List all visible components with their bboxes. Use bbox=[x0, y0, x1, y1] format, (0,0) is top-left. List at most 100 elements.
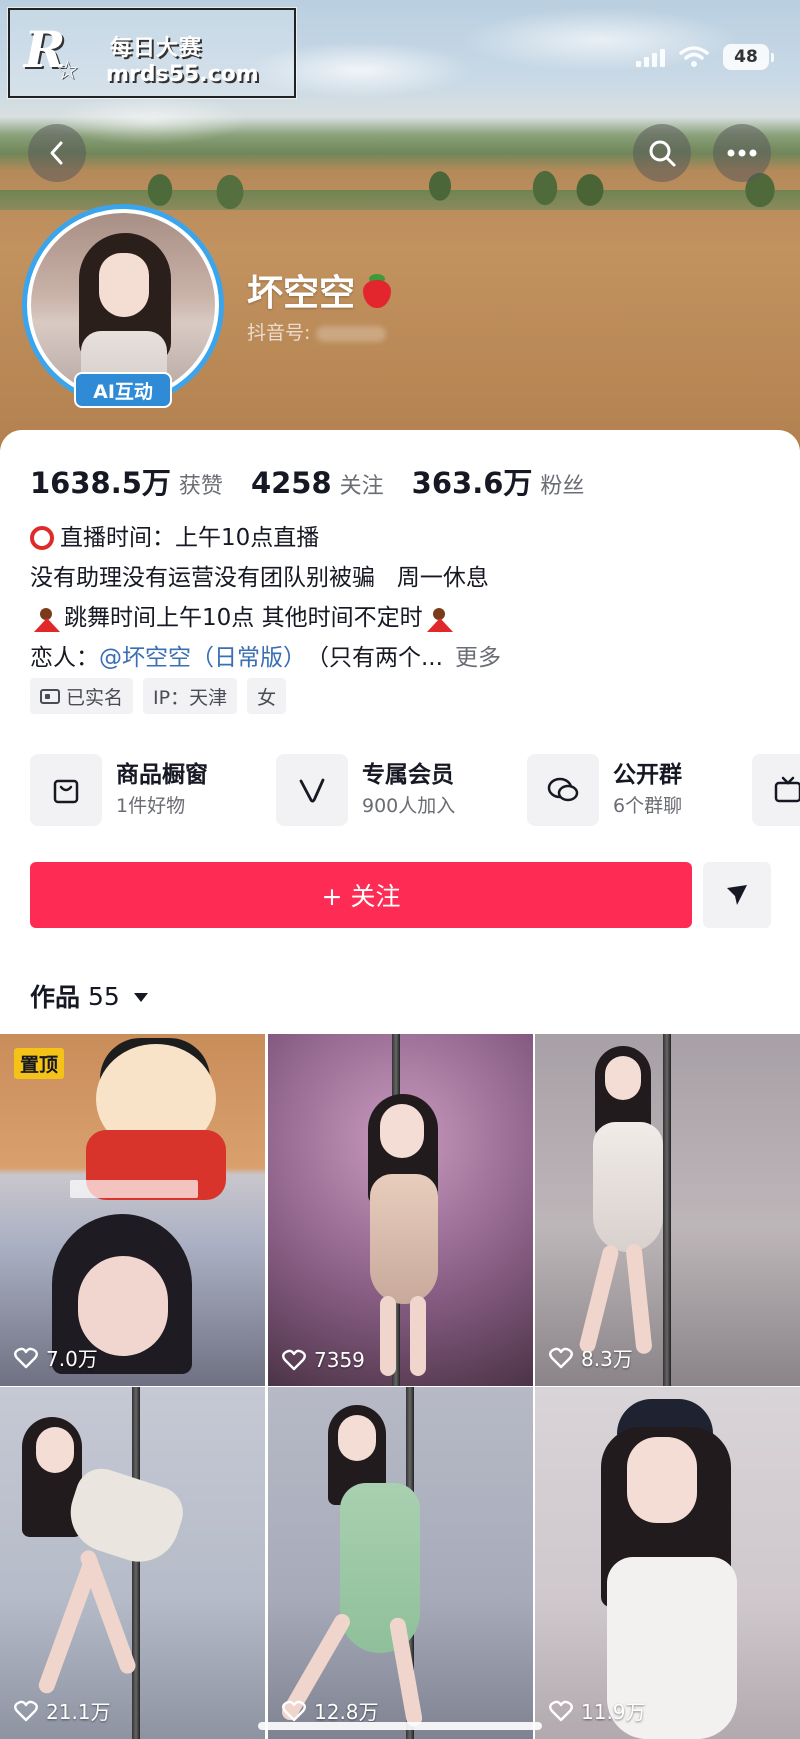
stat-label: 粉丝 bbox=[540, 474, 585, 499]
back-button[interactable] bbox=[28, 124, 86, 182]
video-tile[interactable]: 8.3万 bbox=[535, 1034, 800, 1386]
tag-ip-location: IP：天津 bbox=[143, 678, 238, 714]
bio-line: 没有助理没有运营没有团队别被骗 周一休息 bbox=[30, 558, 770, 598]
feature-exclusive-membership[interactable]: 专属会员 900人加入 bbox=[276, 752, 455, 828]
feature-subtitle: 1件好物 bbox=[116, 795, 186, 817]
stat-value: 4258 bbox=[250, 466, 332, 500]
id-card-icon bbox=[40, 688, 60, 704]
stat-label: 关注 bbox=[339, 474, 384, 499]
like-count: 21.1万 bbox=[46, 1700, 111, 1724]
feature-subtitle: 900人加入 bbox=[362, 795, 456, 817]
follow-button[interactable]: + 关注 bbox=[30, 862, 692, 928]
douyin-id[interactable]: 抖音号: bbox=[247, 318, 387, 345]
feature-shop-window[interactable]: 商品橱窗 1件好物 bbox=[30, 752, 208, 828]
search-icon bbox=[649, 140, 676, 167]
video-likes: 7.0万 bbox=[14, 1343, 98, 1372]
watermark-url: mrds55.com bbox=[106, 62, 259, 87]
feature-title: 专属会员 bbox=[362, 762, 454, 788]
search-button[interactable] bbox=[633, 124, 691, 182]
tv-icon bbox=[752, 754, 800, 826]
send-arrow-icon bbox=[727, 885, 747, 905]
heart-icon bbox=[14, 1347, 38, 1368]
douyin-id-blurred bbox=[316, 325, 387, 342]
tab-works[interactable]: 作品 55 bbox=[30, 978, 148, 1014]
like-count: 7.0万 bbox=[46, 1347, 98, 1371]
battery-icon: 48 bbox=[723, 44, 774, 70]
profile-tags: 已实名 IP：天津 女 bbox=[30, 678, 287, 714]
dancer-icon bbox=[426, 604, 453, 632]
bio-line: 恋人： @坏空空（日常版） （只有两个... 更多 bbox=[30, 638, 770, 678]
more-options-button[interactable] bbox=[713, 124, 771, 182]
feature-tv[interactable] bbox=[752, 752, 800, 828]
video-tile[interactable]: 11.9万 bbox=[535, 1387, 800, 1739]
bio-live-time: 直播时间：上午10点直播 bbox=[60, 525, 320, 551]
video-likes: 7359 bbox=[282, 1348, 365, 1372]
tag-label: 女 bbox=[257, 686, 277, 709]
heart-icon bbox=[282, 1700, 306, 1721]
status-bar: 48 bbox=[636, 42, 774, 72]
like-count: 7359 bbox=[314, 1348, 365, 1372]
profile-bio[interactable]: 直播时间：上午10点直播 没有助理没有运营没有团队别被骗 周一休息 跳舞时间上午… bbox=[30, 518, 770, 678]
bio-notice: 没有助理没有运营没有团队别被骗 周一休息 bbox=[30, 565, 489, 591]
douyin-id-label: 抖音号: bbox=[247, 322, 311, 344]
video-likes: 12.8万 bbox=[282, 1696, 379, 1725]
stat-label: 获赞 bbox=[178, 474, 223, 499]
video-likes: 21.1万 bbox=[14, 1696, 111, 1725]
watermark-title: 每日大赛 bbox=[110, 36, 203, 61]
works-label: 作品 bbox=[30, 983, 81, 1012]
heart-icon bbox=[549, 1347, 573, 1368]
shopping-bag-icon bbox=[30, 754, 102, 826]
like-count: 12.8万 bbox=[314, 1700, 379, 1724]
wifi-icon bbox=[679, 46, 709, 68]
share-button[interactable] bbox=[703, 862, 771, 928]
heart-icon bbox=[549, 1700, 573, 1721]
feature-title: 商品橱窗 bbox=[116, 762, 208, 788]
feature-entries: 商品橱窗 1件好物 专属会员 900人加入 公开群 6个群聊 bbox=[30, 752, 800, 828]
profile-stats: 1638.5万 获赞 4258 关注 363.6万 粉丝 bbox=[30, 460, 612, 502]
feature-subtitle: 6个群聊 bbox=[613, 795, 683, 817]
bio-dance-time: 跳舞时间上午10点 其他时间不定时 bbox=[64, 605, 423, 631]
cellular-signal-icon bbox=[636, 47, 665, 67]
heart-icon bbox=[282, 1349, 306, 1371]
video-likes: 11.9万 bbox=[549, 1696, 646, 1725]
heart-icon bbox=[14, 1700, 38, 1721]
profile-name: 坏空空 bbox=[247, 273, 356, 314]
tag-label: 已实名 bbox=[66, 686, 124, 709]
video-tile[interactable]: 21.1万 bbox=[0, 1387, 265, 1739]
v-member-icon bbox=[276, 754, 348, 826]
home-indicator[interactable] bbox=[258, 1722, 542, 1730]
watermark-logo: R ☆ 每日大赛 mrds55.com bbox=[7, 7, 297, 99]
video-grid: 置顶 7.0万 7359 8.3万 21.1万 12.8万 11.9万 bbox=[0, 1034, 800, 1739]
stat-followers[interactable]: 363.6万 粉丝 bbox=[412, 460, 585, 502]
bio-mention-link[interactable]: @坏空空（日常版） bbox=[99, 638, 306, 678]
feature-public-group[interactable]: 公开群 6个群聊 bbox=[527, 752, 682, 828]
caret-down-icon bbox=[133, 992, 148, 1002]
bio-partner-label: 恋人： bbox=[30, 645, 99, 671]
ai-interaction-badge[interactable]: AI互动 bbox=[74, 372, 172, 408]
bio-line: 跳舞时间上午10点 其他时间不定时 bbox=[30, 598, 770, 638]
tag-verified: 已实名 bbox=[30, 678, 134, 714]
pinned-badge: 置顶 bbox=[14, 1048, 65, 1079]
dancer-icon bbox=[34, 604, 60, 632]
video-tile[interactable]: 12.8万 bbox=[268, 1387, 533, 1739]
tag-label: IP：天津 bbox=[153, 686, 228, 709]
strawberry-icon bbox=[361, 272, 393, 308]
works-count: 55 bbox=[88, 981, 120, 1011]
bio-partner-note: （只有两个... bbox=[306, 645, 443, 671]
chevron-left-icon bbox=[50, 141, 63, 165]
profile-name-row: 坏空空 bbox=[247, 264, 393, 316]
stat-following[interactable]: 4258 关注 bbox=[251, 466, 384, 500]
like-count: 8.3万 bbox=[581, 1347, 633, 1371]
stat-likes[interactable]: 1638.5万 获赞 bbox=[30, 460, 223, 502]
tag-gender: 女 bbox=[247, 678, 287, 714]
video-tile[interactable]: 置顶 7.0万 bbox=[0, 1034, 265, 1386]
video-tile[interactable]: 7359 bbox=[268, 1034, 533, 1386]
watermark-star-icon: ☆ bbox=[56, 56, 80, 86]
like-count: 11.9万 bbox=[581, 1700, 646, 1724]
bio-line: 直播时间：上午10点直播 bbox=[30, 518, 770, 558]
more-dots-icon bbox=[727, 149, 757, 157]
stat-value: 363.6万 bbox=[411, 466, 533, 500]
battery-level: 48 bbox=[723, 44, 769, 70]
avatar-image bbox=[31, 213, 215, 397]
bio-more-link[interactable]: 更多 bbox=[455, 638, 501, 678]
